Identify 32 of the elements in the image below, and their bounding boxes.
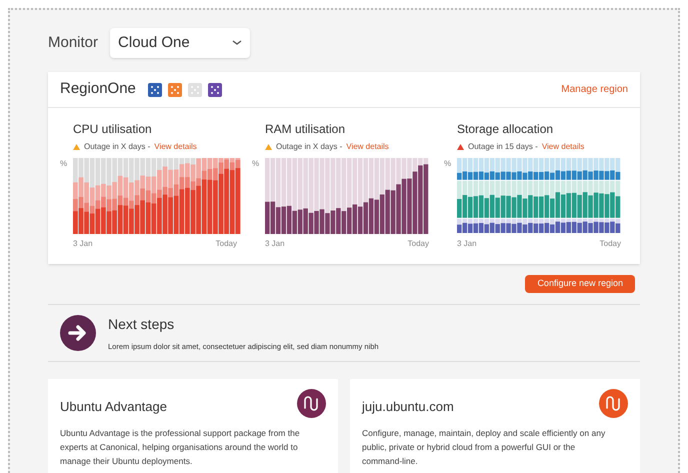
chevron-down-icon: [232, 40, 242, 46]
service-icon[interactable]: [148, 82, 162, 96]
percent-axis-label: %: [252, 158, 260, 170]
outage-notice: Outage in X days -: [84, 141, 150, 153]
service-icon[interactable]: [208, 82, 222, 96]
cloud-select[interactable]: Cloud One: [110, 28, 250, 58]
percent-axis-label: %: [444, 158, 452, 170]
end-date-label: Today: [600, 238, 621, 250]
start-date-label: 3 Jan: [265, 238, 285, 250]
manage-region-link[interactable]: Manage region: [561, 82, 628, 97]
configure-region-button[interactable]: Configure new region: [525, 275, 635, 293]
chart-title: CPU utilisation: [73, 121, 153, 138]
view-details-link[interactable]: View details: [154, 141, 197, 153]
percent-axis-label: %: [60, 158, 68, 170]
region-title: RegionOne: [60, 79, 136, 100]
outage-notice: Outage in X days -: [276, 141, 342, 153]
card-text: Ubuntu Advantage is the professional support package from the experts at Canonical, helping organisations around the world to manage their Ubuntu deployments.: [60, 426, 301, 468]
card-title: juju.ubuntu.com: [362, 398, 455, 416]
arrow-right-icon: [60, 315, 96, 352]
chart-title: RAM utilisation: [265, 121, 346, 138]
view-details-link[interactable]: View details: [346, 141, 389, 153]
card-title: Ubuntu Advantage: [60, 398, 168, 416]
end-date-label: Today: [216, 238, 237, 250]
next-steps-title: Next steps: [108, 315, 176, 334]
monitor-label: Monitor: [48, 32, 98, 53]
end-date-label: Today: [408, 238, 429, 250]
outage-notice: Outage in 15 days -: [468, 141, 538, 153]
start-date-label: 3 Jan: [457, 238, 477, 250]
chart-title: Storage allocation: [457, 121, 554, 138]
view-details-link[interactable]: View details: [542, 141, 584, 153]
start-date-label: 3 Jan: [73, 238, 93, 250]
card-text: Configure, manage, maintain, deploy and scale efficiently on any public, private or hybrid cloud from a powerful GUI or the command-line.: [362, 426, 606, 468]
